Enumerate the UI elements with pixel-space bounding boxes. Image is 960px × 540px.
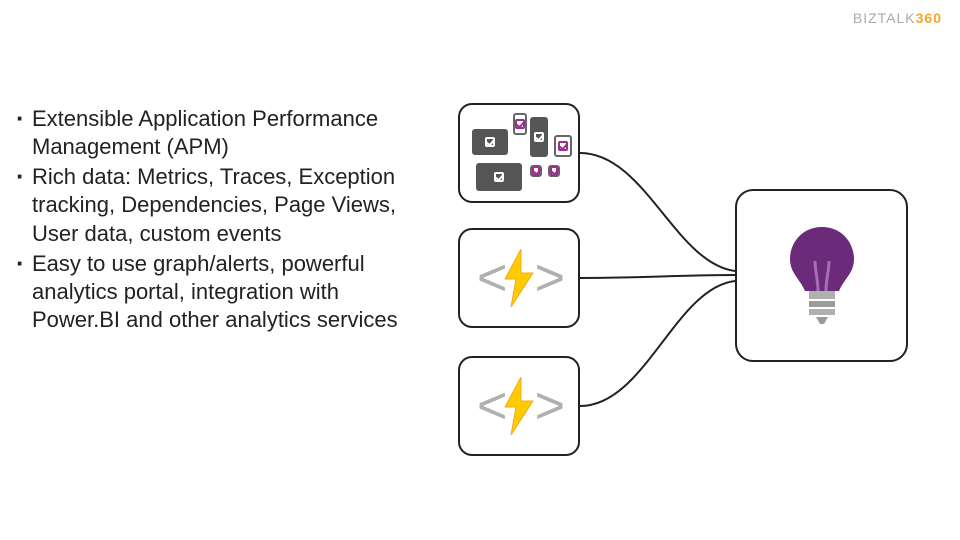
small-device-icon <box>548 165 560 177</box>
source-box-function-2: < > <box>458 356 580 456</box>
diagram-canvas: < > < > <box>445 103 945 498</box>
bullet-item: Rich data: Metrics, Traces, Exception tr… <box>16 163 431 247</box>
bullet-item: Easy to use graph/alerts, powerful analy… <box>16 250 431 334</box>
source-box-function-1: < > <box>458 228 580 328</box>
code-lightning-icon: < > <box>460 358 578 454</box>
bullet-list-region: Extensible Application Performance Manag… <box>16 105 431 336</box>
laptop-icon <box>476 163 522 191</box>
bullet-list: Extensible Application Performance Manag… <box>16 105 431 334</box>
brand-text-right: 360 <box>916 10 942 26</box>
lightning-icon <box>499 377 539 435</box>
server-icon <box>530 117 548 157</box>
monitor-icon <box>472 129 508 155</box>
insight-box <box>735 189 908 362</box>
source-box-devices <box>458 103 580 203</box>
lightbulb-icon <box>737 191 906 360</box>
phone-icon <box>513 113 527 135</box>
brand-logo: BIZTALK360 <box>853 10 942 26</box>
code-lightning-icon: < > <box>460 230 578 326</box>
devices-icon <box>468 113 570 193</box>
bullet-item: Extensible Application Performance Manag… <box>16 105 431 161</box>
lightning-icon <box>499 249 539 307</box>
brand-text-left: BIZTALK <box>853 10 916 26</box>
tablet-icon <box>554 135 572 157</box>
small-device-icon <box>530 165 542 177</box>
